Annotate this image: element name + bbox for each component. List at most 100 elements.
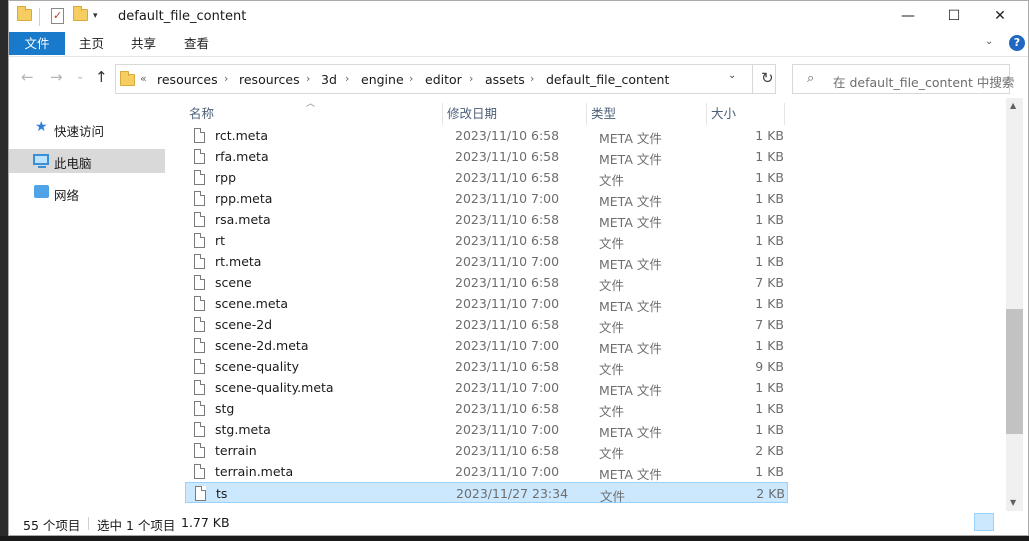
file-size: 2 KB <box>755 443 784 458</box>
column-header-size[interactable]: 大小 <box>707 103 785 125</box>
file-size: 1 KB <box>755 296 784 311</box>
address-folder-icon <box>120 71 135 86</box>
tab-view[interactable]: 查看 <box>184 32 209 55</box>
breadcrumb-editor[interactable]: editor <box>425 72 462 87</box>
tab-share[interactable]: 共享 <box>131 32 156 55</box>
column-header-type[interactable]: 类型 <box>587 103 707 125</box>
ribbon-divider <box>9 56 1028 57</box>
file-icon <box>194 380 205 395</box>
nav-item-label: 快速访问 <box>54 124 105 139</box>
selection-size: 1.77 KB <box>181 515 230 530</box>
maximize-button[interactable]: ☐ <box>931 1 977 31</box>
file-row[interactable]: terrain 2023/11/10 6:58 文件 2 KB <box>185 440 788 461</box>
file-row[interactable]: rpp 2023/11/10 6:58 文件 1 KB <box>185 167 788 188</box>
file-name: scene-2d.meta <box>215 338 309 353</box>
nav-item-network[interactable]: 网络 <box>9 181 165 205</box>
star-icon: ★ <box>35 119 48 135</box>
breadcrumb-resources-2[interactable]: resources <box>239 72 300 87</box>
file-icon <box>195 486 206 501</box>
file-row[interactable]: stg 2023/11/10 6:58 文件 1 KB <box>185 398 788 419</box>
file-size: 2 KB <box>756 486 785 501</box>
scroll-up-icon[interactable]: ▲ <box>1010 101 1016 110</box>
scrollbar-thumb[interactable] <box>1006 309 1023 434</box>
breadcrumb-3d[interactable]: 3d <box>321 72 337 87</box>
file-type: META 文件 <box>599 341 662 356</box>
nav-item-this-pc[interactable]: 此电脑 <box>9 149 165 173</box>
file-row[interactable]: terrain.meta 2023/11/10 7:00 META 文件 1 KB <box>185 461 788 482</box>
file-size: 1 KB <box>755 464 784 479</box>
file-row[interactable]: scene.meta 2023/11/10 7:00 META 文件 1 KB <box>185 293 788 314</box>
breadcrumb-separator[interactable]: › <box>409 72 413 85</box>
file-row[interactable]: rfa.meta 2023/11/10 6:58 META 文件 1 KB <box>185 146 788 167</box>
file-name: rfa.meta <box>215 149 269 164</box>
nav-item-label: 网络 <box>54 188 80 203</box>
refresh-icon[interactable]: ↻ <box>761 69 774 87</box>
new-folder-icon[interactable] <box>73 6 88 21</box>
file-icon <box>194 191 205 206</box>
column-header-date[interactable]: 修改日期 <box>443 103 587 125</box>
file-row[interactable]: scene-quality.meta 2023/11/10 7:00 META 文件… <box>185 377 788 398</box>
file-row[interactable]: scene-quality 2023/11/10 6:58 文件 9 KB <box>185 356 788 377</box>
breadcrumb-separator[interactable]: › <box>469 72 473 85</box>
recent-locations-icon[interactable]: ⌄ <box>76 71 84 82</box>
file-name: rpp.meta <box>215 191 273 206</box>
column-header-name[interactable]: 名称 <box>185 103 443 125</box>
search-box[interactable]: ⌕ 在 default_file_content 中搜索 <box>792 64 1014 94</box>
file-type: 文件 <box>599 278 625 293</box>
tab-home[interactable]: 主页 <box>79 32 104 55</box>
address-dropdown-icon[interactable]: ⌄ <box>728 70 736 81</box>
address-divider <box>752 65 753 93</box>
file-row[interactable]: scene-2d 2023/11/10 6:58 文件 7 KB <box>185 314 788 335</box>
file-date: 2023/11/10 7:00 <box>455 464 560 479</box>
up-arrow-icon[interactable]: ↑ <box>95 68 108 86</box>
file-size: 1 KB <box>755 191 784 206</box>
forward-arrow-icon[interactable]: → <box>50 68 63 86</box>
properties-icon[interactable] <box>51 8 64 24</box>
nav-item-quick-access[interactable]: ★ 快速访问 <box>9 117 165 141</box>
vertical-scrollbar[interactable]: ▲ ▼ <box>1006 98 1023 511</box>
file-icon <box>194 443 205 458</box>
file-icon <box>194 275 205 290</box>
breadcrumb-assets[interactable]: assets <box>485 72 525 87</box>
file-date: 2023/11/10 7:00 <box>455 422 560 437</box>
file-date: 2023/11/10 6:58 <box>455 212 560 227</box>
breadcrumb-separator[interactable]: › <box>530 72 534 85</box>
help-icon[interactable]: ? <box>1009 35 1025 51</box>
file-row[interactable]: rpp.meta 2023/11/10 7:00 META 文件 1 KB <box>185 188 788 209</box>
details-view-icon[interactable] <box>974 513 994 531</box>
file-size: 1 KB <box>755 254 784 269</box>
breadcrumb-engine[interactable]: engine <box>361 72 404 87</box>
file-name: rt.meta <box>215 254 262 269</box>
close-button[interactable]: ✕ <box>977 1 1023 31</box>
large-icons-view-icon[interactable] <box>999 513 1019 531</box>
file-row[interactable]: rct.meta 2023/11/10 6:58 META 文件 1 KB <box>185 125 788 146</box>
breadcrumb-resources-1[interactable]: resources <box>157 72 218 87</box>
file-date: 2023/11/27 23:34 <box>456 486 569 501</box>
quick-access-dropdown-icon[interactable]: ▾ <box>93 11 98 21</box>
expand-ribbon-icon[interactable]: ⌄ <box>985 36 993 47</box>
file-row[interactable]: scene 2023/11/10 6:58 文件 7 KB <box>185 272 788 293</box>
file-row[interactable]: rsa.meta 2023/11/10 6:58 META 文件 1 KB <box>185 209 788 230</box>
file-type: 文件 <box>599 173 625 188</box>
file-row[interactable]: scene-2d.meta 2023/11/10 7:00 META 文件 1 KB <box>185 335 788 356</box>
file-name: scene-quality <box>215 359 299 374</box>
breadcrumb-separator[interactable]: › <box>306 72 310 85</box>
file-row[interactable]: rt 2023/11/10 6:58 文件 1 KB <box>185 230 788 251</box>
breadcrumb-current[interactable]: default_file_content <box>546 72 669 87</box>
tab-file[interactable]: 文件 <box>9 32 65 55</box>
breadcrumb-separator[interactable]: › <box>345 72 349 85</box>
address-bar[interactable]: « resources › resources › 3d › engine › … <box>115 64 776 94</box>
back-arrow-icon[interactable]: ← <box>21 68 34 86</box>
file-name: scene.meta <box>215 296 289 311</box>
file-date: 2023/11/10 6:58 <box>455 317 560 332</box>
title-bar: ▾ default_file_content — ☐ ✕ <box>9 1 1028 33</box>
file-row[interactable]: ts 2023/11/27 23:34 文件 2 KB <box>185 482 788 504</box>
minimize-button[interactable]: — <box>885 1 931 31</box>
file-row[interactable]: rt.meta 2023/11/10 7:00 META 文件 1 KB <box>185 251 788 272</box>
breadcrumb-separator[interactable]: › <box>224 72 228 85</box>
scroll-down-icon[interactable]: ▼ <box>1010 498 1016 507</box>
file-row[interactable]: stg.meta 2023/11/10 7:00 META 文件 1 KB <box>185 419 788 440</box>
file-icon <box>194 149 205 164</box>
file-date: 2023/11/10 6:58 <box>455 170 560 185</box>
breadcrumb-overflow[interactable]: « <box>140 72 147 85</box>
